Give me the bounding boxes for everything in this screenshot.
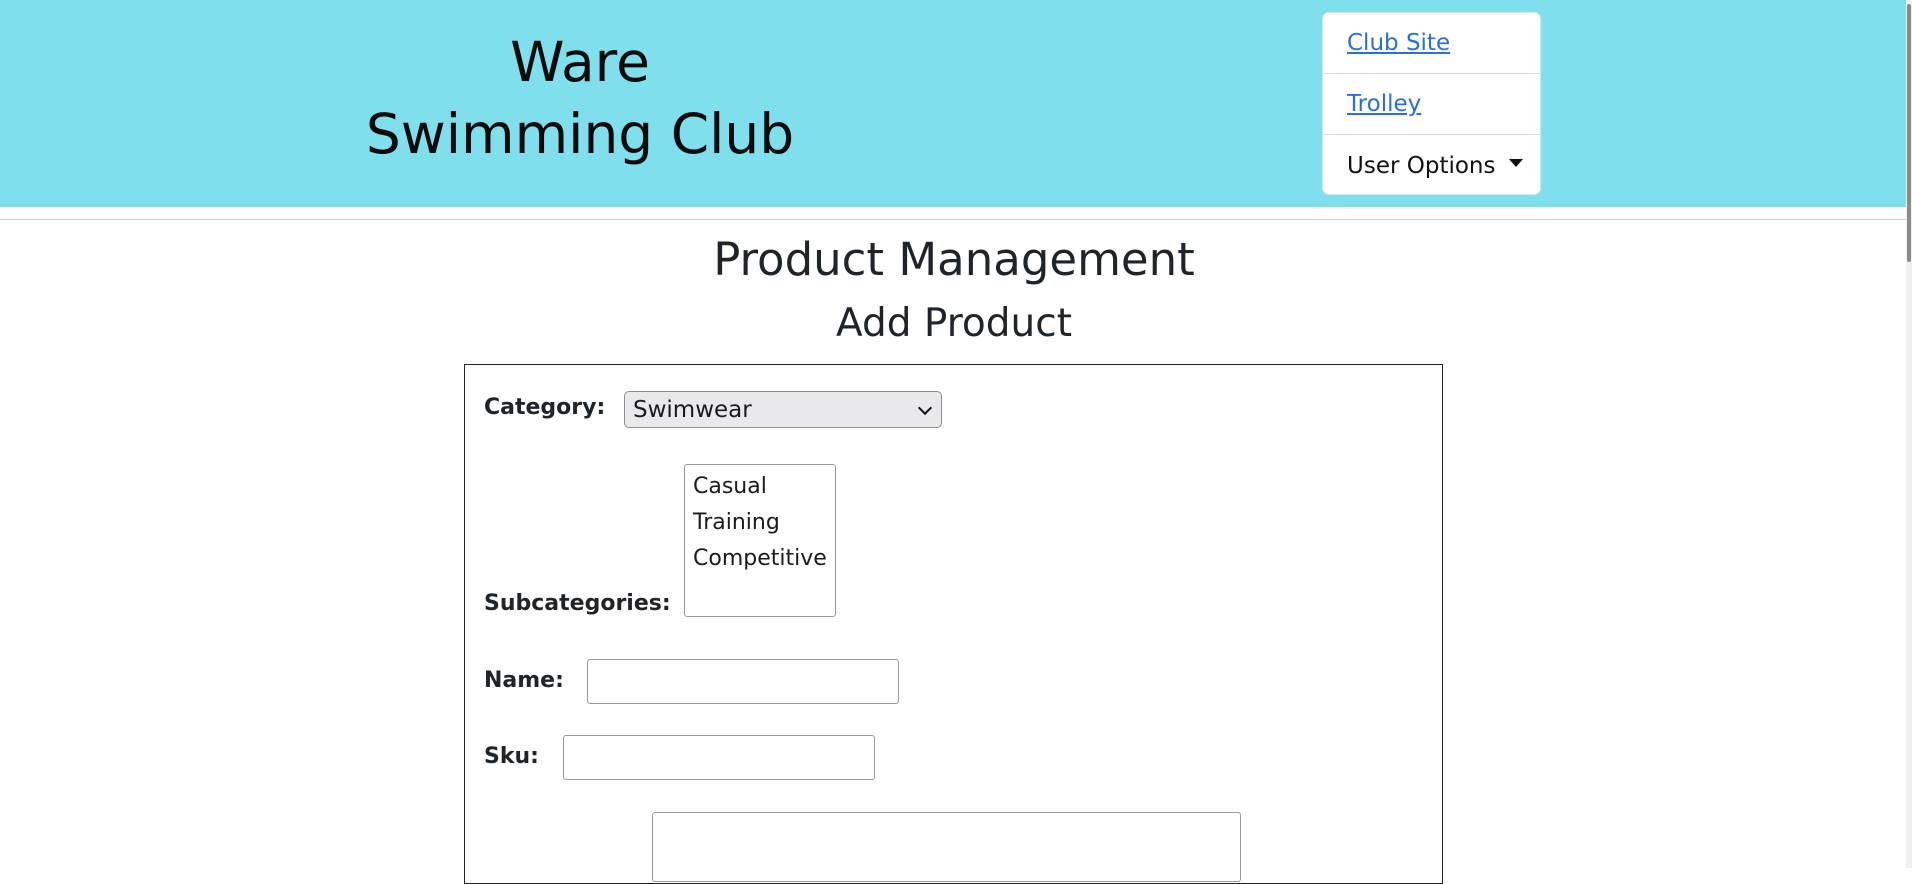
nav-item-user-options[interactable]: User Options [1323, 135, 1540, 196]
brand-line-2: Swimming Club [365, 102, 795, 166]
club-site-link[interactable]: Club Site [1347, 30, 1450, 56]
category-select[interactable]: Swimwear [624, 391, 942, 428]
user-options-dropdown[interactable]: User Options [1347, 153, 1495, 179]
trolley-link[interactable]: Trolley [1347, 91, 1421, 117]
subcategory-option-casual[interactable]: Casual [693, 469, 835, 505]
sku-input[interactable] [563, 735, 875, 780]
section-title: Add Product [836, 301, 1072, 346]
site-header: Ware Swimming Club Club Site Trolley Use… [0, 0, 1912, 207]
subcategory-option-competitive[interactable]: Competitive [693, 541, 835, 577]
subcategories-listbox[interactable]: Casual Training Competitive [684, 464, 836, 617]
brand-logo-text[interactable]: Ware Swimming Club [330, 26, 830, 170]
nav-menu: Club Site Trolley User Options [1322, 12, 1541, 195]
category-selected-value: Swimwear [633, 396, 752, 423]
category-label: Category: [484, 395, 606, 420]
scrollbar-thumb[interactable] [1907, 4, 1911, 262]
name-input[interactable] [587, 659, 899, 704]
caret-down-icon [1509, 158, 1524, 167]
nav-item-club-site: Club Site [1323, 13, 1540, 74]
header-divider [0, 219, 1906, 220]
chevron-down-icon [917, 400, 933, 416]
brand-line-1: Ware [510, 30, 650, 94]
subcategories-label: Subcategories: [484, 591, 671, 616]
add-product-form [464, 364, 1443, 884]
page-title: Product Management [713, 233, 1195, 286]
sku-label: Sku: [484, 744, 539, 769]
name-label: Name: [484, 668, 564, 693]
page-scrollbar[interactable] [1906, 0, 1912, 868]
description-textarea[interactable] [652, 812, 1241, 882]
nav-item-trolley: Trolley [1323, 74, 1540, 135]
subcategory-option-training[interactable]: Training [693, 505, 835, 541]
